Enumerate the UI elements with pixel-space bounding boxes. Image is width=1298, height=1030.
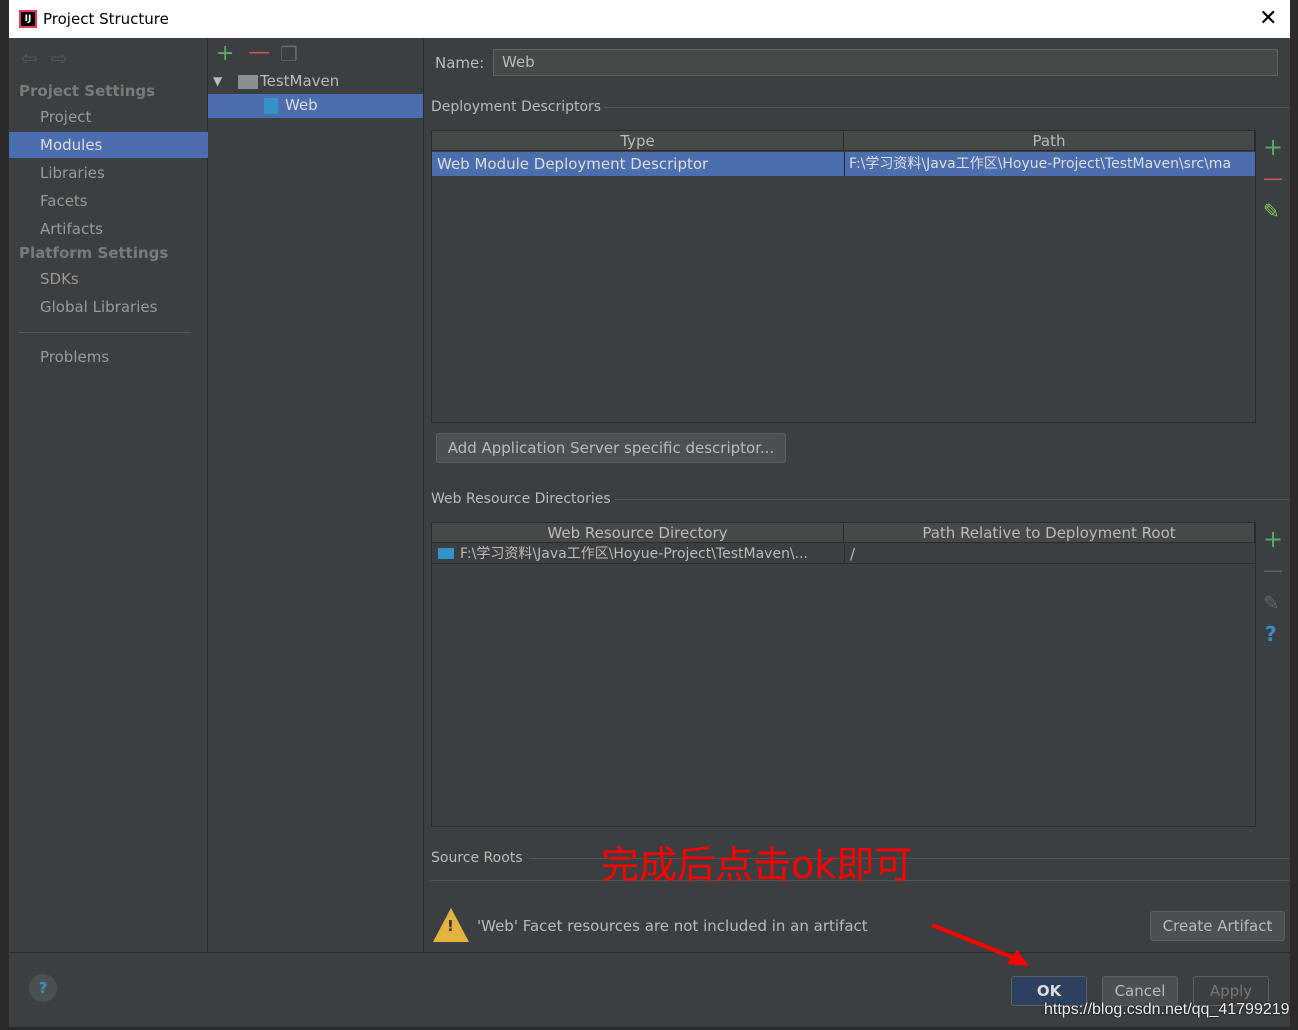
sidebar-item-facets[interactable]: Facets — [9, 188, 208, 214]
module-folder-icon — [238, 75, 258, 89]
intellij-logo-icon: IJ — [19, 10, 37, 28]
table-row[interactable]: F:\学习资料\Java工作区\Hoyue-Project\TestMaven\… — [432, 544, 1255, 564]
expand-arrow-icon[interactable]: ▼ — [213, 74, 222, 88]
add-resource-icon[interactable]: + — [1263, 527, 1283, 551]
web-resource-directories-heading: Web Resource Directories — [431, 491, 611, 507]
platform-settings-heading: Platform Settings — [19, 244, 169, 262]
edit-descriptor-icon[interactable]: ✎ — [1263, 201, 1280, 221]
web-resource-table: Web Resource Directory Path Relative to … — [431, 522, 1256, 827]
divider — [19, 332, 191, 333]
watermark: https://blog.csdn.net/qq_41799219 — [1044, 1001, 1290, 1018]
module-tree-panel: + — ❐ ▼ TestMaven Web — [208, 38, 424, 952]
red-arrow-annotation — [931, 923, 1029, 966]
help-icon[interactable]: ? — [1265, 624, 1277, 644]
project-settings-heading: Project Settings — [19, 82, 156, 100]
create-artifact-button[interactable]: Create Artifact — [1150, 911, 1285, 941]
column-web-resource-directory[interactable]: Web Resource Directory — [432, 523, 844, 543]
source-roots-heading: Source Roots — [431, 850, 523, 866]
column-path-relative[interactable]: Path Relative to Deployment Root — [844, 523, 1255, 543]
add-descriptor-icon[interactable]: + — [1263, 135, 1283, 159]
edit-resource-icon[interactable]: ✎ — [1263, 593, 1280, 613]
window-title: Project Structure — [43, 10, 169, 28]
add-icon[interactable]: + — [216, 43, 234, 65]
forward-arrow-icon[interactable]: ⇨ — [51, 48, 68, 68]
settings-sidebar: ⇦ ⇨ Project Settings Project Modules Lib… — [9, 38, 208, 952]
column-type[interactable]: Type — [432, 131, 844, 151]
back-arrow-icon[interactable]: ⇦ — [21, 48, 38, 68]
copy-icon[interactable]: ❐ — [280, 44, 298, 64]
folder-icon — [438, 548, 454, 559]
add-server-descriptor-button[interactable]: Add Application Server specific descript… — [436, 433, 786, 463]
tree-item-testmaven[interactable]: TestMaven — [260, 72, 339, 90]
name-input[interactable]: Web — [493, 49, 1278, 76]
sidebar-item-global-libraries[interactable]: Global Libraries — [9, 294, 208, 320]
project-structure-dialog: IJ Project Structure ✕ ⇦ ⇨ Project Setti… — [9, 0, 1290, 1027]
tree-item-web[interactable]: Web — [208, 94, 423, 118]
help-button[interactable]: ? — [29, 974, 57, 1002]
warning-text: 'Web' Facet resources are not included i… — [477, 917, 868, 935]
annotation-text: 完成后点击ok即可 — [601, 843, 913, 887]
sidebar-item-project[interactable]: Project — [9, 104, 208, 130]
deployment-descriptors-heading: Deployment Descriptors — [431, 99, 602, 115]
sidebar-item-sdks[interactable]: SDKs — [9, 266, 208, 292]
table-row[interactable]: Web Module Deployment Descriptor F:\学习资料… — [432, 152, 1255, 176]
sidebar-item-modules[interactable]: Modules — [9, 132, 208, 158]
title-bar: IJ Project Structure ✕ — [9, 0, 1290, 38]
close-icon[interactable]: ✕ — [1259, 6, 1277, 31]
deployment-descriptors-table: Type Path Web Module Deployment Descript… — [431, 130, 1256, 423]
name-label: Name: — [435, 54, 485, 72]
column-path[interactable]: Path — [844, 131, 1255, 151]
sidebar-item-artifacts[interactable]: Artifacts — [9, 216, 208, 242]
web-facet-icon — [264, 98, 278, 114]
remove-descriptor-icon[interactable]: — — [1263, 168, 1283, 188]
sidebar-item-problems[interactable]: Problems — [9, 344, 208, 370]
remove-resource-icon[interactable]: — — [1263, 560, 1283, 580]
remove-icon[interactable]: — — [248, 42, 270, 64]
sidebar-item-libraries[interactable]: Libraries — [9, 160, 208, 186]
